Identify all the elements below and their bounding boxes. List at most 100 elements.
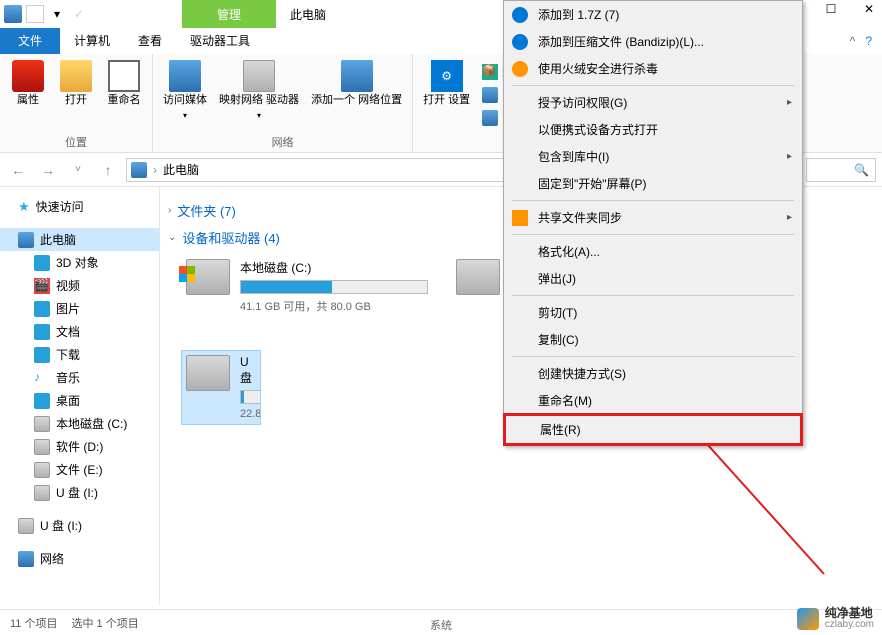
drive-item-c[interactable]: 本地磁盘 (C:)41.1 GB 可用，共 80.0 GB (182, 255, 432, 331)
sidebar-item-music[interactable]: ♪音乐 (0, 366, 159, 389)
close-button[interactable]: ✕ (860, 2, 878, 16)
desktop-icon (34, 393, 50, 409)
properties-button[interactable]: 属性 (8, 58, 48, 109)
menu-separator (512, 200, 794, 201)
nav-up-icon[interactable]: ↑ (96, 158, 120, 182)
sidebar-item-usb-i[interactable]: U 盘 (I:) (0, 481, 159, 504)
menu-item-pin-start[interactable]: 固定到"开始"屏幕(P) (504, 170, 802, 197)
watermark: 纯净基地 czlaby.com (797, 607, 874, 631)
search-input[interactable]: 🔍 (806, 158, 876, 182)
sidebar-item-usb-i-2[interactable]: U 盘 (I:) (0, 514, 159, 537)
group-label: 位置 (8, 132, 144, 150)
menu-item-share-sync[interactable]: 共享文件夹同步▸ (504, 204, 802, 231)
huorong-icon (512, 61, 528, 77)
menu-item-copy[interactable]: 复制(C) (504, 326, 802, 353)
menu-item-huorong[interactable]: 使用火绒安全进行杀毒 (504, 55, 802, 82)
chevron-right-icon: › (168, 205, 171, 216)
menu-item-rename[interactable]: 重命名(M) (504, 387, 802, 414)
sidebar-item-desktop[interactable]: 桌面 (0, 389, 159, 412)
map-drive-button[interactable]: 映射网络 驱动器▾ (217, 58, 301, 124)
sidebar-item-videos[interactable]: 🎬视频 (0, 274, 159, 297)
drive-item-usb[interactable]: U 盘22.8 (182, 351, 260, 424)
add-network-location-button[interactable]: 添加一个 网络位置 (309, 58, 404, 124)
tab-drive-tools[interactable]: 驱动器工具 (176, 28, 264, 54)
sidebar-item-soft-d[interactable]: 软件 (D:) (0, 435, 159, 458)
drive-icon (34, 439, 50, 455)
quick-access-toolbar: ▾ ✓ (0, 5, 88, 23)
drive-icon (186, 355, 230, 391)
rename-button[interactable]: 重命名 (104, 58, 144, 109)
menu-separator (512, 295, 794, 296)
tab-file[interactable]: 文件 (0, 28, 60, 54)
status-selected-count: 选中 1 个项目 (71, 615, 138, 631)
menu-item-eject[interactable]: 弹出(J) (504, 265, 802, 292)
qat-item[interactable]: ✓ (70, 5, 88, 23)
chevron-right-icon: ▸ (787, 151, 792, 162)
menu-item-portable[interactable]: 以便携式设备方式打开 (504, 116, 802, 143)
sidebar-item-local-c[interactable]: 本地磁盘 (C:) (0, 412, 159, 435)
context-menu: 添加到 1.7Z (7) 添加到压缩文件 (Bandizip)(L)... 使用… (503, 0, 803, 446)
star-icon: ★ (18, 199, 30, 215)
network-icon (18, 551, 34, 567)
document-icon (34, 324, 50, 340)
access-media-button[interactable]: 访问媒体▾ (161, 58, 209, 124)
sidebar-item-files-e[interactable]: 文件 (E:) (0, 458, 159, 481)
help-icon[interactable]: ? (865, 34, 872, 48)
drive-icon (186, 259, 230, 295)
video-icon: 🎬 (34, 278, 50, 294)
sidebar-item-quick-access[interactable]: ★快速访问 (0, 195, 159, 218)
window-title: 此电脑 (290, 6, 326, 23)
open-button[interactable]: 打开 (56, 58, 96, 109)
folder-icon (34, 255, 50, 271)
ribbon-collapse-icon[interactable]: ^ (850, 34, 856, 48)
breadcrumb[interactable]: 此电脑 (163, 161, 199, 178)
menu-item-create-shortcut[interactable]: 创建快捷方式(S) (504, 360, 802, 387)
menu-item-include-lib[interactable]: 包含到库中(I)▸ (504, 143, 802, 170)
contextual-tab-manage[interactable]: 管理 (182, 0, 276, 28)
menu-separator (512, 234, 794, 235)
menu-item-add-7z[interactable]: 添加到 1.7Z (7) (504, 1, 802, 28)
bandizip-icon (512, 7, 528, 23)
open-settings-button[interactable]: ⚙打开 设置 (421, 58, 472, 109)
sidebar-item-network[interactable]: 网络 (0, 547, 159, 570)
picture-icon (34, 301, 50, 317)
app-icon (4, 5, 22, 23)
nav-forward-icon[interactable]: → (36, 158, 60, 182)
sidebar-item-downloads[interactable]: 下载 (0, 343, 159, 366)
nav-back-icon[interactable]: ← (6, 158, 30, 182)
menu-separator (512, 356, 794, 357)
music-icon: ♪ (34, 370, 50, 386)
pc-icon (131, 162, 147, 178)
drive-icon (34, 416, 50, 432)
menu-item-format[interactable]: 格式化(A)... (504, 238, 802, 265)
navigation-pane: ★快速访问 此电脑 3D 对象 🎬视频 图片 文档 下载 ♪音乐 桌面 本地磁盘… (0, 187, 160, 605)
sidebar-item-documents[interactable]: 文档 (0, 320, 159, 343)
tab-view[interactable]: 查看 (124, 28, 176, 54)
drive-icon (456, 259, 500, 295)
qat-item[interactable]: ▾ (48, 5, 66, 23)
chevron-down-icon: ⌄ (168, 232, 176, 243)
tab-computer[interactable]: 计算机 (60, 28, 124, 54)
bandizip-icon (512, 34, 528, 50)
pc-icon (18, 232, 34, 248)
sync-icon (512, 210, 528, 226)
menu-separator (512, 85, 794, 86)
menu-item-cut[interactable]: 剪切(T) (504, 299, 802, 326)
nav-history-icon[interactable]: ˅ (66, 158, 90, 182)
group-label: 网络 (161, 132, 404, 150)
address-box[interactable]: › 此电脑 (126, 158, 506, 182)
sidebar-item-pictures[interactable]: 图片 (0, 297, 159, 320)
drive-icon (34, 485, 50, 501)
drive-icon (18, 518, 34, 534)
qat-item[interactable] (26, 5, 44, 23)
menu-item-properties[interactable]: 属性(R) (506, 416, 800, 443)
sidebar-item-3d-objects[interactable]: 3D 对象 (0, 251, 159, 274)
chevron-right-icon: ▸ (787, 212, 792, 223)
maximize-button[interactable]: ☐ (822, 2, 840, 16)
status-bar: 11 个项目 选中 1 个项目 (0, 609, 882, 635)
chevron-right-icon: ▸ (787, 97, 792, 108)
sidebar-item-this-pc[interactable]: 此电脑 (0, 228, 159, 251)
menu-item-grant-access[interactable]: 授予访问权限(G)▸ (504, 89, 802, 116)
menu-item-add-bandizip[interactable]: 添加到压缩文件 (Bandizip)(L)... (504, 28, 802, 55)
status-item-count: 11 个项目 (10, 615, 57, 631)
